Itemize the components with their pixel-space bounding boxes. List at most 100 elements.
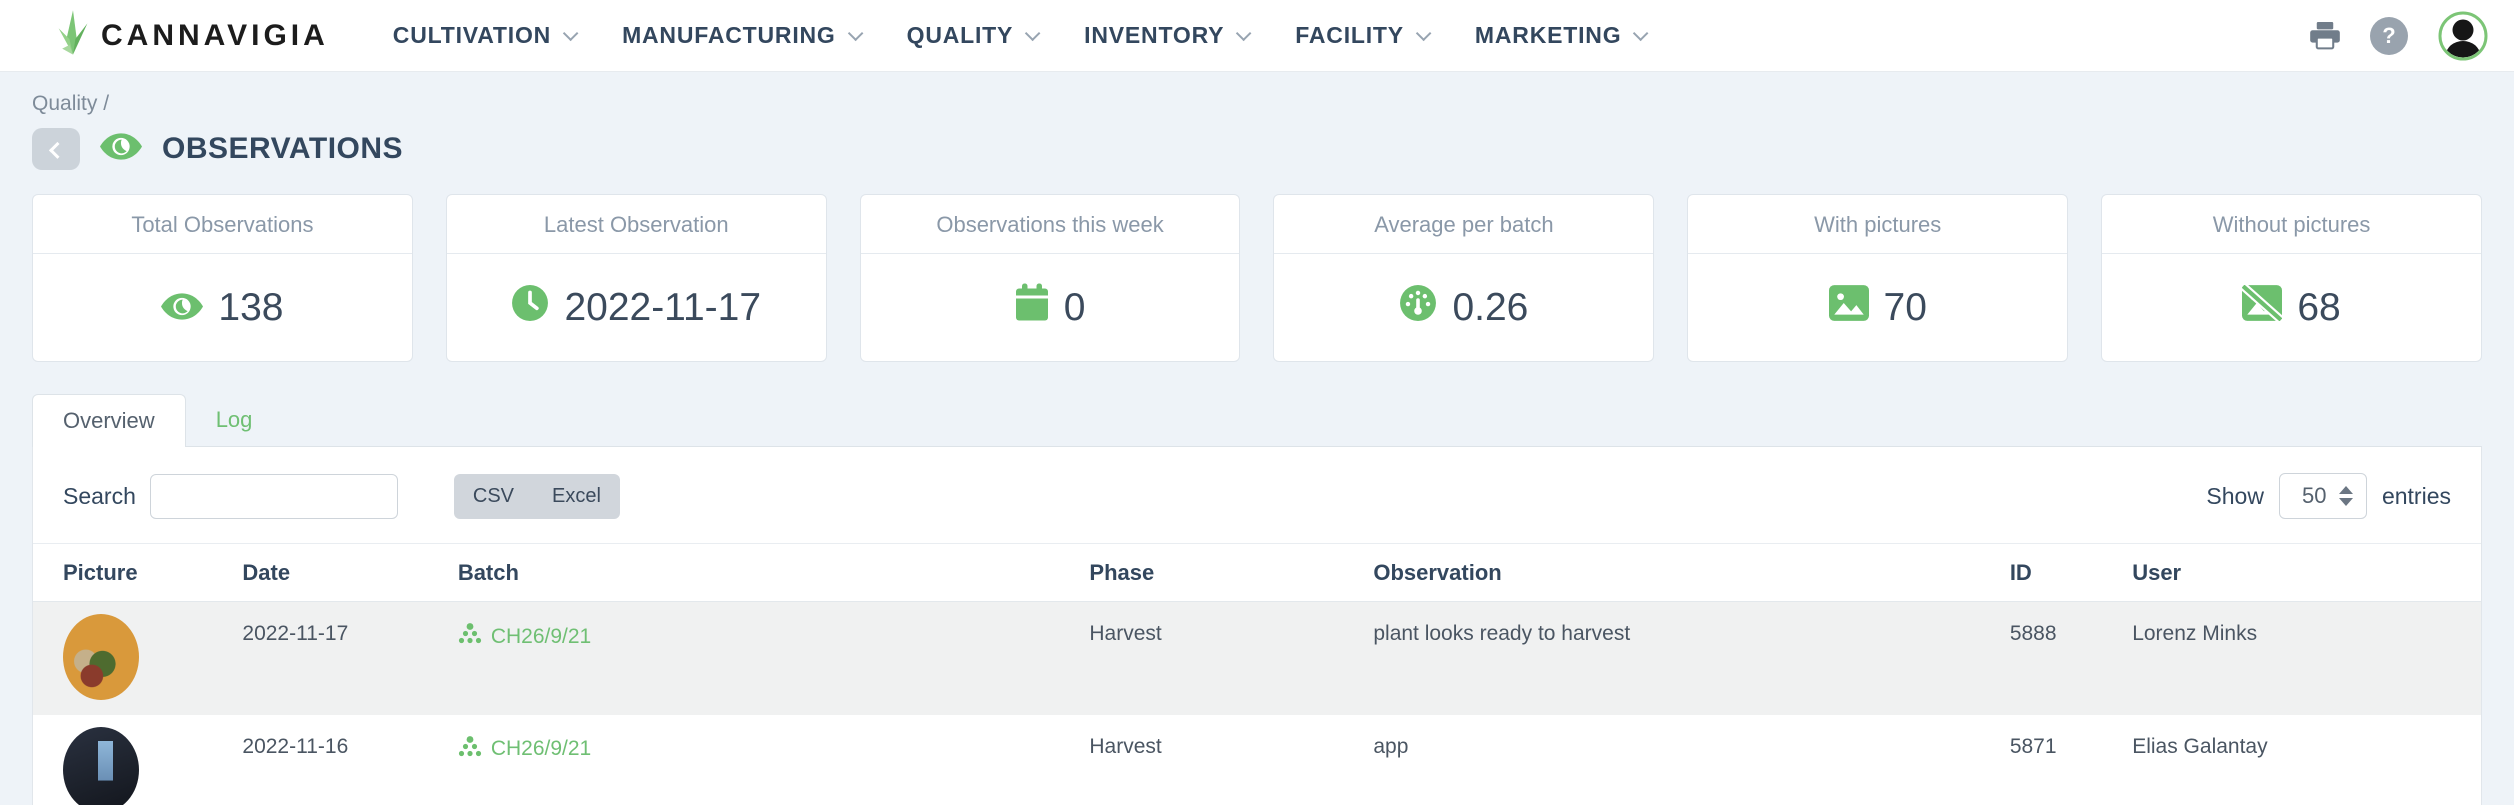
column-header-phase[interactable]: Phase	[1073, 544, 1357, 602]
brand-name: CANNAVIGIA	[101, 19, 329, 53]
nav-label: CULTIVATION	[393, 22, 551, 49]
tab-log[interactable]: Log	[186, 394, 283, 446]
stat-label: With pictures	[1688, 195, 2067, 254]
eye-icon	[100, 133, 142, 165]
batch-icon	[458, 622, 482, 651]
nav-label: INVENTORY	[1084, 22, 1224, 49]
cell-date: 2022-11-17	[226, 602, 441, 715]
cell-user: Lorenz Minks	[2116, 602, 2481, 715]
nav-item-manufacturing[interactable]: MANUFACTURING	[622, 22, 859, 49]
user-avatar[interactable]	[2438, 11, 2488, 61]
stat-card-with-pictures: With pictures 70	[1687, 194, 2068, 362]
eye-icon	[161, 286, 203, 330]
cell-id: 5888	[1994, 602, 2116, 715]
stat-label: Latest Observation	[447, 195, 826, 254]
leaf-logo-icon	[55, 8, 91, 63]
stat-cards: Total Observations 138 Latest Observatio…	[32, 194, 2482, 362]
cell-observation: plant looks ready to harvest	[1357, 602, 1993, 715]
column-header-date[interactable]: Date	[226, 544, 441, 602]
table-header-row: Picture Date Batch Phase Observation ID …	[33, 544, 2481, 602]
calendar-icon	[1015, 283, 1049, 332]
stat-value: 0	[1064, 286, 1086, 330]
image-icon	[1829, 285, 1869, 331]
stat-card-observations-this-week: Observations this week 0	[860, 194, 1241, 362]
breadcrumb[interactable]: Quality /	[32, 72, 2482, 116]
observations-table: Picture Date Batch Phase Observation ID …	[33, 544, 2481, 805]
batch-link[interactable]: CH26/9/21	[458, 735, 591, 764]
page-title-row: OBSERVATIONS	[32, 128, 2482, 170]
cell-date: 2022-11-16	[226, 715, 441, 805]
table-toolbar: Search CSV Excel Show 50 entries	[33, 447, 2481, 544]
stat-card-without-pictures: Without pictures 68	[2101, 194, 2482, 362]
nav-item-cultivation[interactable]: CULTIVATION	[393, 22, 574, 49]
clock-icon	[511, 284, 549, 332]
printer-icon[interactable]	[2310, 22, 2340, 50]
main-nav: CULTIVATION MANUFACTURING QUALITY INVENT…	[393, 22, 1645, 49]
help-icon[interactable]: ?	[2370, 17, 2408, 55]
nav-label: MARKETING	[1475, 22, 1621, 49]
batch-icon	[458, 735, 482, 764]
chevron-down-icon	[1633, 26, 1649, 42]
overview-panel: Search CSV Excel Show 50 entries	[32, 446, 2482, 805]
search-label: Search	[63, 483, 136, 510]
chevron-left-icon	[49, 142, 66, 159]
stat-value: 70	[1884, 286, 1927, 330]
stat-value: 0.26	[1452, 286, 1528, 330]
batch-code: CH26/9/21	[491, 625, 591, 649]
nav-label: FACILITY	[1295, 22, 1404, 49]
observation-photo-thumbnail[interactable]	[63, 614, 139, 700]
tab-bar: Overview Log	[32, 394, 2482, 446]
stat-value: 138	[218, 286, 283, 330]
nav-label: QUALITY	[907, 22, 1014, 49]
column-header-picture[interactable]: Picture	[33, 544, 226, 602]
stat-label: Total Observations	[33, 195, 412, 254]
cell-user: Elias Galantay	[2116, 715, 2481, 805]
cell-phase: Harvest	[1073, 715, 1357, 805]
nav-item-quality[interactable]: QUALITY	[907, 22, 1037, 49]
chevron-down-icon	[847, 26, 863, 42]
stat-card-latest-observation: Latest Observation 2022-11-17	[446, 194, 827, 362]
column-header-observation[interactable]: Observation	[1357, 544, 1993, 602]
stat-label: Without pictures	[2102, 195, 2481, 254]
batch-link[interactable]: CH26/9/21	[458, 622, 591, 651]
cell-phase: Harvest	[1073, 602, 1357, 715]
table-row: 2022-11-16 CH26/9/21 Harve	[33, 715, 2481, 805]
table-row: 2022-11-17 CH26/9/21 Harve	[33, 602, 2481, 715]
nav-item-inventory[interactable]: INVENTORY	[1084, 22, 1247, 49]
chevron-down-icon	[1025, 26, 1041, 42]
cell-observation: app	[1357, 715, 1993, 805]
gauge-icon	[1399, 284, 1437, 332]
csv-export-button[interactable]: CSV	[454, 474, 533, 519]
tab-overview[interactable]: Overview	[32, 394, 186, 447]
column-header-id[interactable]: ID	[1994, 544, 2116, 602]
chevron-down-icon	[563, 26, 579, 42]
observation-photo-thumbnail[interactable]	[63, 727, 139, 805]
show-label: Show	[2206, 483, 2264, 510]
image-slash-icon	[2242, 285, 2282, 331]
brand-logo[interactable]: CANNAVIGIA	[55, 8, 329, 63]
select-arrows-icon	[2339, 486, 2353, 506]
page-size-control: Show 50 entries	[2206, 473, 2451, 519]
nav-label: MANUFACTURING	[622, 22, 836, 49]
back-button[interactable]	[32, 128, 80, 170]
nav-item-facility[interactable]: FACILITY	[1295, 22, 1427, 49]
excel-export-button[interactable]: Excel	[533, 474, 620, 519]
chevron-down-icon	[1416, 26, 1432, 42]
search-input[interactable]	[150, 474, 398, 519]
cell-id: 5871	[1994, 715, 2116, 805]
topbar-actions: ?	[2310, 11, 2488, 61]
stat-value: 2022-11-17	[564, 286, 761, 330]
page-title: OBSERVATIONS	[162, 132, 403, 166]
page-content: Quality / OBSERVATIONS Total Observation…	[0, 72, 2514, 805]
page-size-value: 50	[2302, 483, 2326, 509]
stat-label: Observations this week	[861, 195, 1240, 254]
nav-item-marketing[interactable]: MARKETING	[1475, 22, 1644, 49]
stat-card-total-observations: Total Observations 138	[32, 194, 413, 362]
chevron-down-icon	[1236, 26, 1252, 42]
stat-value: 68	[2297, 286, 2340, 330]
column-header-user[interactable]: User	[2116, 544, 2481, 602]
stat-card-average-per-batch: Average per batch	[1273, 194, 1654, 362]
column-header-batch[interactable]: Batch	[442, 544, 1074, 602]
batch-code: CH26/9/21	[491, 737, 591, 761]
page-size-select[interactable]: 50	[2279, 473, 2367, 519]
